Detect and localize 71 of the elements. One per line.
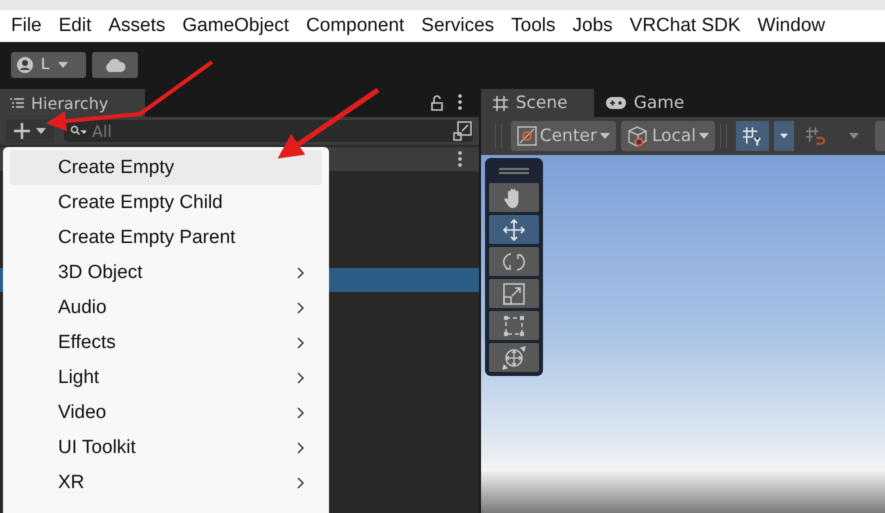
account-button[interactable]: L — [11, 52, 86, 78]
menu-item[interactable]: Window — [758, 15, 826, 37]
transform-icon — [502, 346, 526, 370]
menu-item[interactable]: Video — [10, 395, 322, 430]
menu-item[interactable]: Effects — [10, 325, 322, 360]
menu-item[interactable]: Edit — [58, 15, 92, 37]
transform-tool-button[interactable] — [488, 343, 539, 372]
cube-icon — [626, 125, 649, 147]
grip-icon[interactable] — [494, 124, 502, 148]
menu-item[interactable]: UI Toolkit — [10, 430, 322, 465]
menu-item[interactable]: GameObject — [182, 15, 290, 37]
menu-item[interactable]: File — [11, 15, 42, 37]
menu-item[interactable]: VRChat SDK — [630, 15, 741, 37]
rect-tool-icon — [502, 314, 525, 336]
menu-item[interactable]: Tools — [511, 15, 556, 37]
chevron-right-icon — [297, 302, 304, 314]
lock-icon[interactable] — [430, 95, 444, 111]
rect-tool-button[interactable] — [488, 311, 539, 340]
menu-item[interactable]: 3D Object — [10, 255, 322, 290]
grip-icon[interactable] — [720, 124, 727, 148]
magnet-grid-icon — [805, 126, 826, 146]
hand-tool-button[interactable] — [488, 183, 539, 212]
menu-item[interactable]: Audio — [10, 290, 322, 325]
scale-icon — [502, 282, 525, 304]
grid-snap-icon — [742, 126, 763, 146]
grid-toggle-button[interactable] — [736, 121, 769, 151]
pivot-center-icon — [516, 126, 537, 146]
cloud-icon — [104, 58, 126, 72]
hierarchy-tab[interactable]: Hierarchy — [0, 89, 145, 117]
more-icon[interactable] — [458, 94, 462, 110]
pivot-dropdown[interactable]: Local — [620, 121, 715, 151]
menu-item[interactable]: Component — [306, 15, 404, 37]
caret-icon — [699, 133, 709, 139]
chevron-right-icon — [297, 406, 304, 418]
menu-item[interactable]: Assets — [108, 15, 166, 37]
view-tab[interactable]: Scene — [480, 89, 594, 117]
chevron-right-icon — [297, 372, 304, 384]
menu-item[interactable]: Jobs — [572, 15, 613, 37]
menu-item[interactable]: Light — [10, 360, 322, 395]
plus-caret-icon — [13, 122, 47, 140]
move-tool-button[interactable] — [488, 215, 539, 244]
scale-tool-button[interactable] — [488, 279, 539, 308]
create-button[interactable] — [6, 119, 54, 143]
chevron-right-icon — [297, 476, 304, 488]
menu-item[interactable]: Create Empty — [10, 150, 322, 185]
caret-icon — [600, 133, 610, 139]
caret-icon — [780, 133, 788, 139]
menu-item[interactable]: Create Empty Child — [10, 185, 322, 220]
person-icon — [17, 57, 33, 73]
chevron-right-icon — [297, 442, 304, 454]
caret-icon — [58, 62, 68, 68]
rotate-tool-button[interactable] — [488, 247, 539, 276]
pivot-dropdown[interactable]: Center — [510, 121, 616, 151]
grid-icon — [492, 96, 508, 110]
more-icon[interactable] — [458, 151, 462, 167]
search-field[interactable]: All — [64, 120, 473, 142]
move-arrows-icon — [502, 218, 526, 242]
expand-icon[interactable] — [452, 121, 473, 141]
view-tab[interactable]: Game — [594, 89, 707, 117]
chevron-right-icon — [297, 336, 304, 348]
gamepad-icon — [606, 97, 626, 109]
menu-item[interactable]: Services — [421, 15, 494, 37]
menu-item[interactable]: XR — [10, 465, 322, 500]
scene-viewport[interactable] — [480, 155, 885, 513]
dropdown-button[interactable] — [774, 121, 794, 151]
caret-icon — [848, 133, 858, 139]
menu-item[interactable]: Create Empty Parent — [10, 220, 322, 255]
chevron-right-icon — [297, 266, 304, 278]
search-icon — [70, 125, 86, 137]
list-icon — [10, 98, 24, 108]
cloud-button[interactable] — [92, 52, 138, 78]
